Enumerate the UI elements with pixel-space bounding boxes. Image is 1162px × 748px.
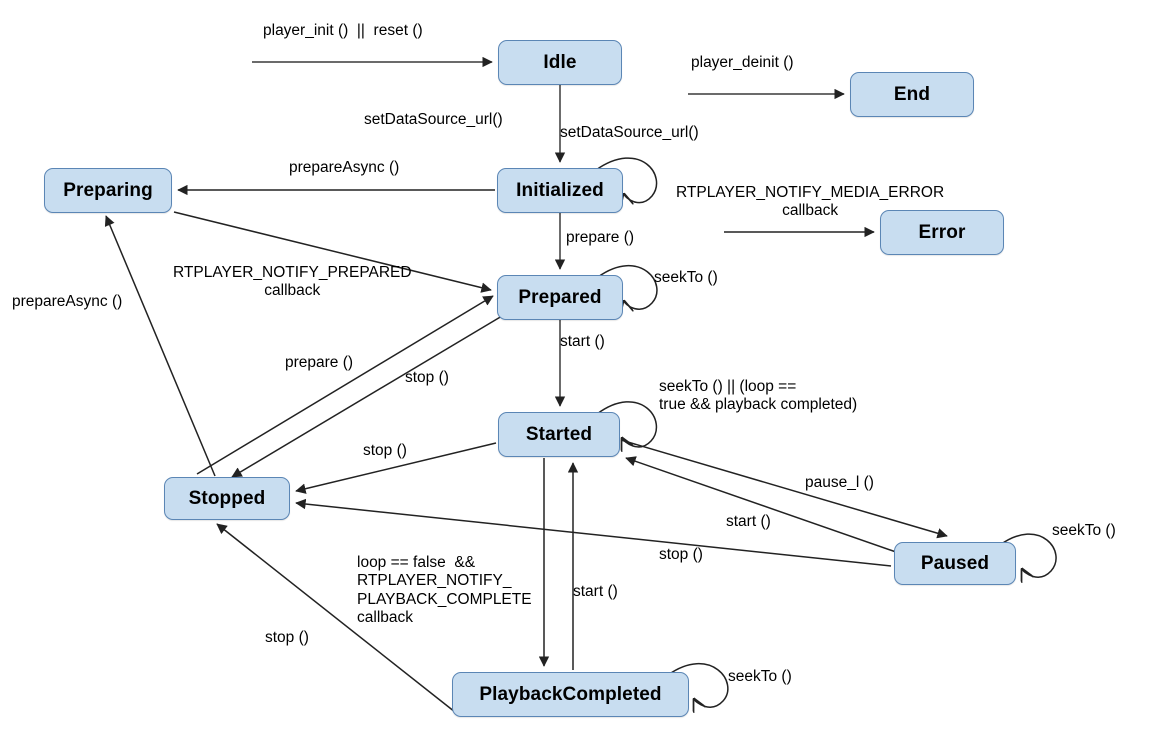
transition-label-stop-started: stop ()	[363, 442, 407, 459]
transition-label-notify-prepared: RTPLAYER_NOTIFY_PREPARED callback	[173, 264, 412, 300]
transition-label-setdatasource-self: setDataSource_url()	[560, 124, 699, 141]
transition-label-pause: pause_l ()	[805, 474, 874, 491]
state-node-started[interactable]: Started	[498, 412, 620, 457]
transition-label-stop-pbc: stop ()	[265, 629, 309, 646]
edge-stopped-to-preparing	[104, 215, 216, 477]
state-node-idle[interactable]: Idle	[498, 40, 622, 85]
state-node-stopped[interactable]: Stopped	[164, 477, 290, 520]
transition-label-playback-complete: loop == false && RTPLAYER_NOTIFY_ PLAYBA…	[357, 554, 532, 626]
state-diagram-canvas: Idle End Preparing Initialized Error Pre…	[0, 0, 1162, 748]
state-label-end: End	[893, 83, 931, 105]
transition-label-prepareasync-stopped: prepareAsync ()	[12, 293, 123, 310]
transition-label-prepare: prepare ()	[566, 229, 635, 246]
state-label-stopped: Stopped	[188, 487, 266, 509]
transition-label-player-deinit: player_deinit ()	[691, 54, 794, 71]
state-node-prepared[interactable]: Prepared	[497, 275, 623, 320]
transition-label-media-error: RTPLAYER_NOTIFY_MEDIA_ERROR callback	[676, 184, 945, 220]
state-label-started: Started	[525, 423, 593, 445]
transition-label-seekto-prepared: seekTo ()	[654, 269, 718, 286]
state-node-initialized[interactable]: Initialized	[497, 168, 623, 213]
state-label-error: Error	[918, 221, 966, 243]
state-label-paused: Paused	[920, 552, 990, 574]
edge-started-to-paused	[620, 439, 948, 539]
state-node-playbackcompleted[interactable]: PlaybackCompleted	[452, 672, 689, 717]
state-label-preparing: Preparing	[63, 179, 153, 201]
transition-label-start-paused: start ()	[726, 513, 771, 530]
state-node-preparing[interactable]: Preparing	[44, 168, 172, 213]
state-label-prepared: Prepared	[518, 286, 602, 308]
state-label-initialized: Initialized	[516, 179, 604, 201]
transition-edges-layer	[104, 56, 1057, 748]
transition-label-stop-paused: stop ()	[659, 546, 703, 563]
edge-paused-to-started	[625, 456, 897, 553]
transition-label-prepareasync: prepareAsync ()	[289, 159, 400, 176]
transition-label-start-pbc: start ()	[573, 583, 618, 600]
transition-label-seekto-pbc: seekTo ()	[728, 668, 792, 685]
state-node-end[interactable]: End	[850, 72, 974, 117]
transition-label-prepare-stopped: prepare ()	[285, 354, 354, 371]
state-label-idle: Idle	[543, 51, 577, 73]
transition-label-stop-prepared: stop ()	[405, 369, 449, 386]
state-label-playbackcompleted: PlaybackCompleted	[479, 683, 662, 705]
transition-label-seekto-started: seekTo () || (loop == true && playback c…	[659, 378, 858, 414]
transition-label-player-init: player_init () || reset ()	[263, 22, 423, 39]
transition-label-setdatasource: setDataSource_url()	[364, 111, 503, 128]
transition-label-start: start ()	[560, 333, 605, 350]
transition-label-seekto-paused: seekTo ()	[1052, 522, 1116, 539]
state-node-paused[interactable]: Paused	[894, 542, 1016, 585]
